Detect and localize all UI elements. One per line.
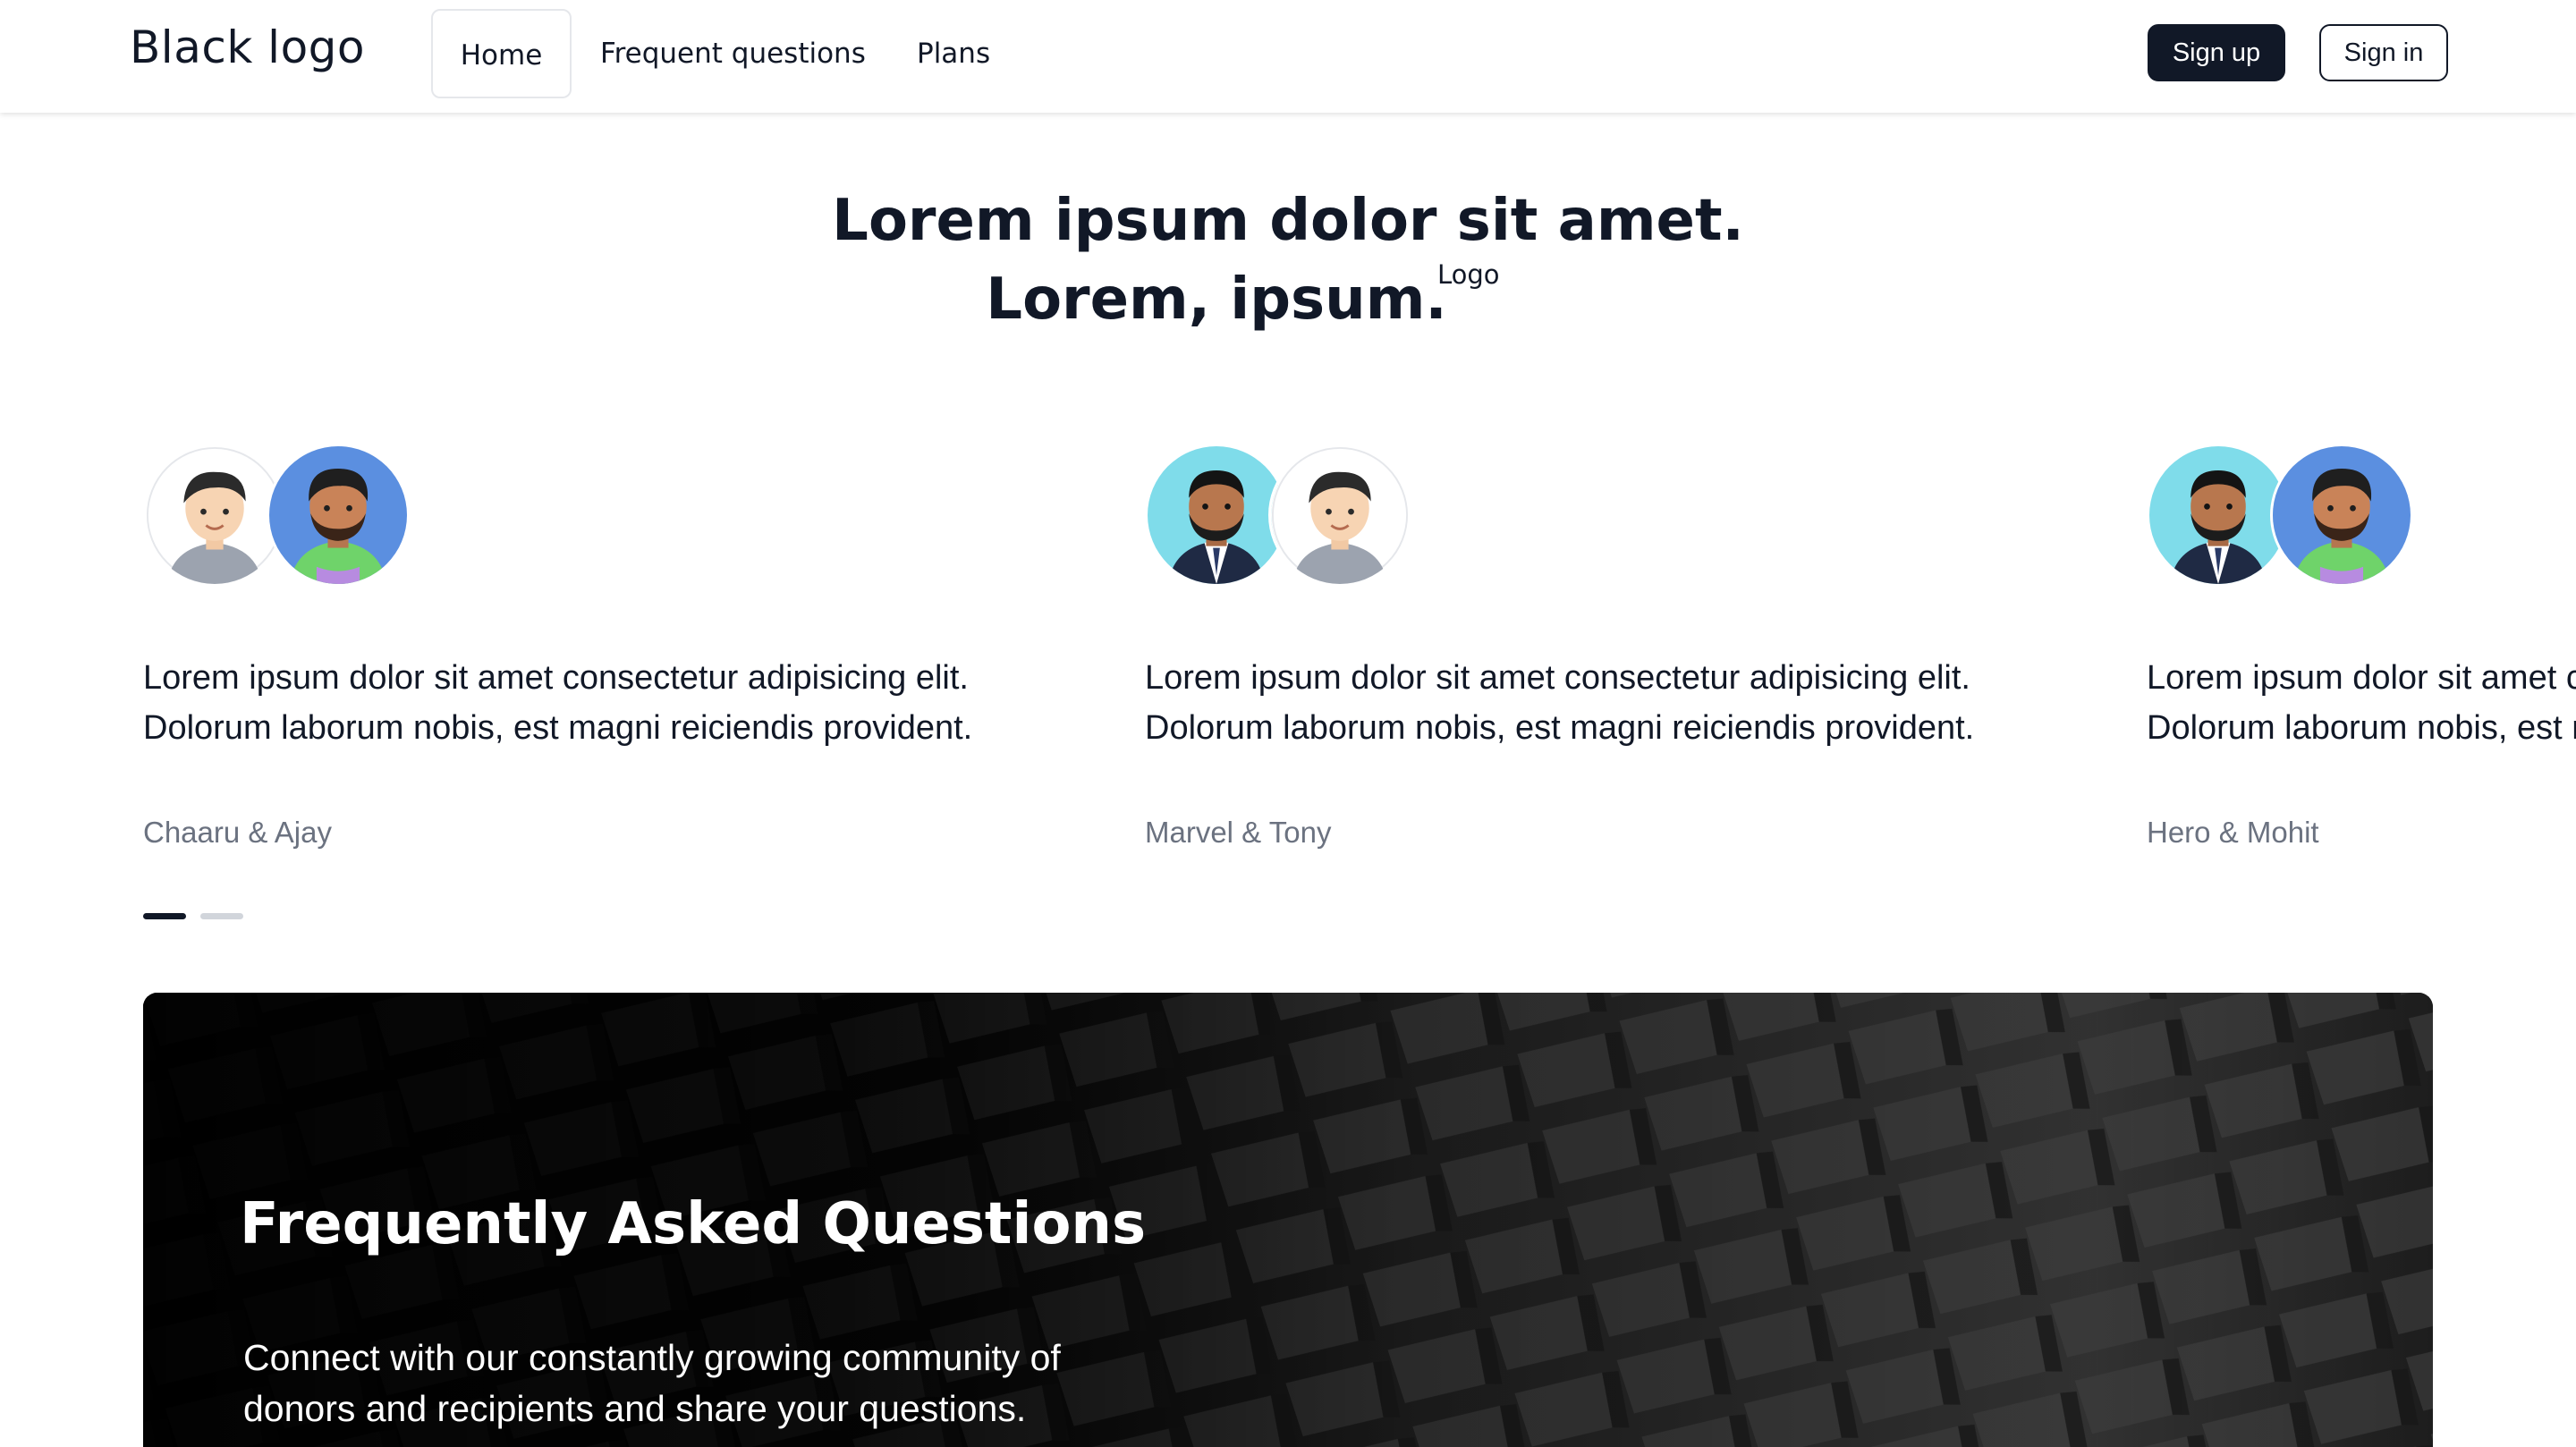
- faq-heading: Frequently Asked Questions: [240, 1191, 1147, 1257]
- nav-home[interactable]: Home: [431, 9, 572, 98]
- hero-heading-line-1: Lorem ipsum dolor sit amet.: [832, 188, 1744, 254]
- bearded-man-avatar: [2270, 444, 2413, 587]
- boy-avatar: [143, 444, 286, 587]
- quote-line-1: Lorem ipsum dolor sit amet consectetur a…: [143, 659, 969, 697]
- carousel-dot-2[interactable]: [200, 913, 243, 919]
- testimonial-author: Chaaru & Ajay: [143, 816, 332, 849]
- faq-banner: Frequently Asked Questions Connect with …: [143, 993, 2433, 1447]
- faq-description: Connect with our constantly growing comm…: [243, 1333, 1227, 1434]
- quote-line-2: Dolorum laborum nobis, est magni reicien…: [1145, 709, 1975, 747]
- nav-frequent-questions[interactable]: Frequent questions: [600, 9, 866, 98]
- testimonial-author: Hero & Mohit: [2147, 816, 2319, 849]
- testimonial-quote: Lorem ipsum dolor sit amet consectetur a…: [2147, 653, 2576, 753]
- boy-avatar: [1268, 444, 1411, 587]
- quote-line-1: Lorem ipsum dolor sit amet consectetur a…: [1145, 659, 1970, 697]
- nav-plans[interactable]: Plans: [917, 9, 990, 98]
- brand-logo[interactable]: Black logo: [130, 21, 365, 73]
- quote-line-2: Dolorum laborum nobis, est magni reicien…: [143, 709, 973, 747]
- suited-man-avatar: [1145, 444, 1288, 587]
- faq-description-line-1: Connect with our constantly growing comm…: [243, 1337, 1061, 1378]
- testimonial-quote: Lorem ipsum dolor sit amet consectetur a…: [143, 653, 1216, 753]
- faq-description-line-2: donors and recipients and share your que…: [243, 1388, 1027, 1429]
- testimonial-quote: Lorem ipsum dolor sit amet consectetur a…: [1145, 653, 2218, 753]
- hero-logo-superscript: Logo: [1437, 259, 1500, 290]
- testimonial-author: Marvel & Tony: [1145, 816, 1332, 849]
- testimonial-carousel[interactable]: Lorem ipsum dolor sit amet consectetur a…: [0, 429, 2576, 894]
- avatar-group: [143, 444, 429, 587]
- bearded-man-avatar: [267, 444, 410, 587]
- hero-heading-line-2: Lorem, ipsum.: [986, 267, 1447, 333]
- carousel-dot-1[interactable]: [143, 913, 186, 919]
- testimonial-card: Lorem ipsum dolor sit amet consectetur a…: [143, 429, 1073, 876]
- avatar-group: [1145, 444, 1431, 587]
- avatar-group: [2147, 444, 2433, 587]
- suited-man-avatar: [2147, 444, 2290, 587]
- quote-line-2: Dolorum laborum nobis, est magni reicien…: [2147, 709, 2576, 747]
- testimonial-card: Lorem ipsum dolor sit amet consectetur a…: [1145, 429, 2075, 876]
- site-header: Black logo Home Frequent questions Plans…: [0, 0, 2576, 113]
- testimonial-card: Lorem ipsum dolor sit amet consectetur a…: [2147, 429, 2576, 876]
- sign-up-button[interactable]: Sign up: [2148, 24, 2285, 81]
- sign-in-button[interactable]: Sign in: [2319, 24, 2448, 81]
- quote-line-1: Lorem ipsum dolor sit amet consectetur a…: [2147, 659, 2576, 697]
